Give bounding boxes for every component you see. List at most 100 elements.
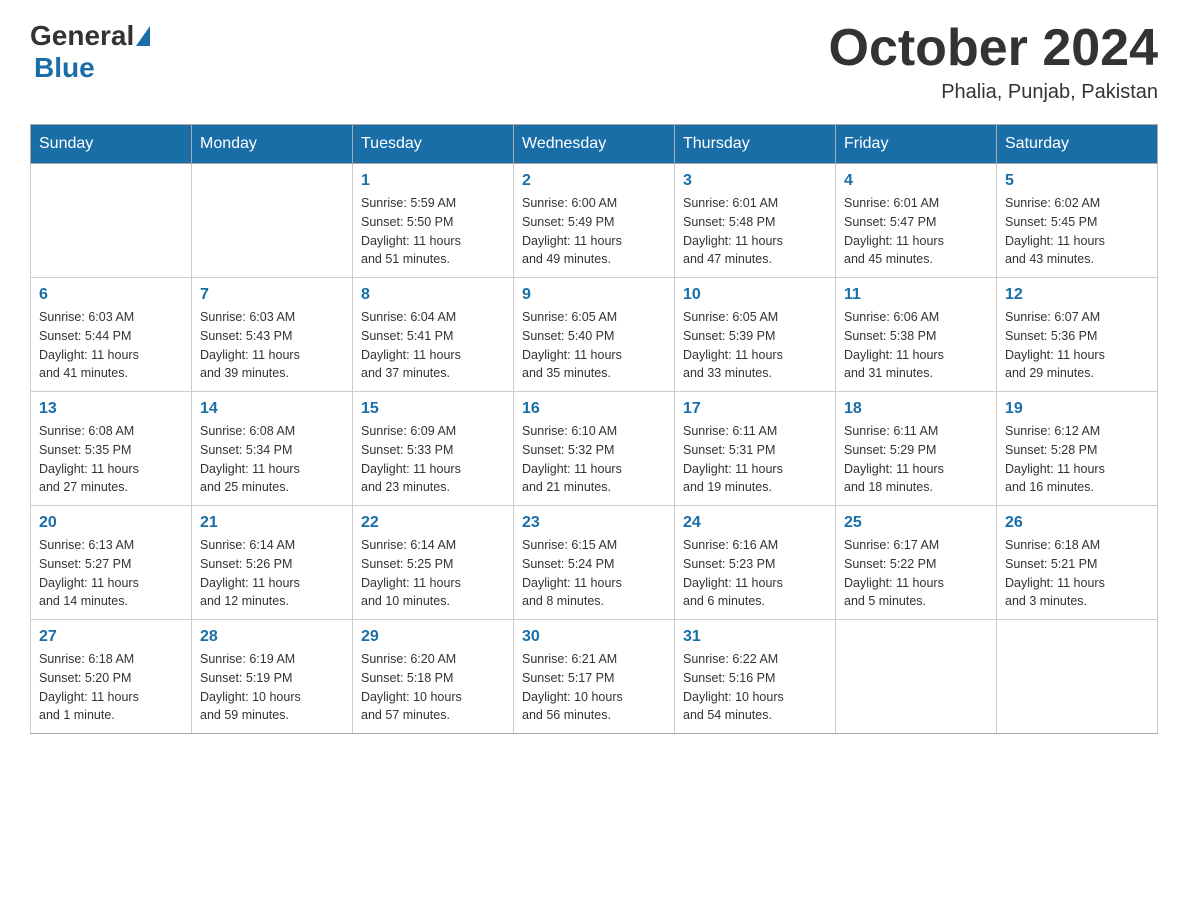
day-info: Sunrise: 6:12 AM Sunset: 5:28 PM Dayligh… [1005,422,1149,497]
logo-text: General [30,20,152,52]
calendar-cell: 6Sunrise: 6:03 AM Sunset: 5:44 PM Daylig… [31,278,192,392]
calendar-cell: 1Sunrise: 5:59 AM Sunset: 5:50 PM Daylig… [353,164,514,278]
calendar-cell: 15 Sunrise: 6:09 AM Sunset: 5:33 PM Dayli… [353,392,514,506]
day-number: 20 [39,514,183,532]
weekday-header-tuesday: Tuesday [353,125,514,164]
calendar-cell [192,164,353,278]
day-number: 12 [1005,286,1149,304]
day-info: Sunrise: 6:04 AM Sunset: 5:41 PM Dayligh… [361,308,505,383]
day-number: 22 [361,514,505,532]
weekday-header-saturday: Saturday [997,125,1158,164]
calendar-cell: 5 Sunrise: 6:02 AM Sunset: 5:45 PM Daylig… [997,164,1158,278]
calendar-cell: 10 Sunrise: 6:05 AM Sunset: 5:39 PM Dayli… [675,278,836,392]
calendar-cell: 13 Sunrise: 6:08 AM Sunset: 5:35 PM Dayli… [31,392,192,506]
calendar-cell: 20 Sunrise: 6:13 AM Sunset: 5:27 PM Dayli… [31,506,192,620]
day-info: Sunrise: 6:09 AM Sunset: 5:33 PM Dayligh… [361,422,505,497]
day-number: 10 [683,286,827,304]
day-number: 24 [683,514,827,532]
day-number: 26 [1005,514,1149,532]
month-title: October 2024 [829,20,1159,77]
calendar-cell: 11 Sunrise: 6:06 AM Sunset: 5:38 PM Dayli… [836,278,997,392]
day-info: Sunrise: 6:15 AM Sunset: 5:24 PM Dayligh… [522,536,666,611]
day-number: 14 [200,400,344,418]
calendar-header-row: SundayMondayTuesdayWednesdayThursdayFrid… [31,125,1158,164]
calendar-cell [31,164,192,278]
calendar-week-row: 6Sunrise: 6:03 AM Sunset: 5:44 PM Daylig… [31,278,1158,392]
day-info: Sunrise: 6:19 AM Sunset: 5:19 PM Dayligh… [200,650,344,725]
day-info: Sunrise: 6:05 AM Sunset: 5:40 PM Dayligh… [522,308,666,383]
day-number: 25 [844,514,988,532]
calendar-cell: 22 Sunrise: 6:14 AM Sunset: 5:25 PM Dayli… [353,506,514,620]
day-number: 8 [361,286,505,304]
day-number: 19 [1005,400,1149,418]
day-number: 28 [200,628,344,646]
day-number: 18 [844,400,988,418]
calendar-cell: 14 Sunrise: 6:08 AM Sunset: 5:34 PM Dayli… [192,392,353,506]
day-info: Sunrise: 6:16 AM Sunset: 5:23 PM Dayligh… [683,536,827,611]
day-info: Sunrise: 6:22 AM Sunset: 5:16 PM Dayligh… [683,650,827,725]
day-info: Sunrise: 6:00 AM Sunset: 5:49 PM Dayligh… [522,194,666,269]
calendar-cell: 26 Sunrise: 6:18 AM Sunset: 5:21 PM Dayli… [997,506,1158,620]
calendar-cell: 29Sunrise: 6:20 AM Sunset: 5:18 PM Dayli… [353,620,514,734]
calendar-week-row: 20 Sunrise: 6:13 AM Sunset: 5:27 PM Dayli… [31,506,1158,620]
day-number: 21 [200,514,344,532]
calendar-week-row: 27 Sunrise: 6:18 AM Sunset: 5:20 PM Dayli… [31,620,1158,734]
day-info: Sunrise: 6:14 AM Sunset: 5:25 PM Dayligh… [361,536,505,611]
day-info: Sunrise: 6:06 AM Sunset: 5:38 PM Dayligh… [844,308,988,383]
calendar-cell: 2 Sunrise: 6:00 AM Sunset: 5:49 PM Daylig… [514,164,675,278]
calendar-table: SundayMondayTuesdayWednesdayThursdayFrid… [30,124,1158,734]
day-info: Sunrise: 6:18 AM Sunset: 5:20 PM Dayligh… [39,650,183,725]
day-number: 5 [1005,172,1149,190]
weekday-header-thursday: Thursday [675,125,836,164]
day-number: 23 [522,514,666,532]
calendar-cell: 27 Sunrise: 6:18 AM Sunset: 5:20 PM Dayli… [31,620,192,734]
day-number: 31 [683,628,827,646]
day-number: 7 [200,286,344,304]
logo-blue: Blue [34,52,95,83]
day-info: Sunrise: 6:01 AM Sunset: 5:47 PM Dayligh… [844,194,988,269]
day-number: 6 [39,286,183,304]
day-info: Sunrise: 6:05 AM Sunset: 5:39 PM Dayligh… [683,308,827,383]
day-info: Sunrise: 6:01 AM Sunset: 5:48 PM Dayligh… [683,194,827,269]
calendar-cell: 4Sunrise: 6:01 AM Sunset: 5:47 PM Daylig… [836,164,997,278]
day-number: 2 [522,172,666,190]
calendar-cell: 30Sunrise: 6:21 AM Sunset: 5:17 PM Dayli… [514,620,675,734]
calendar-cell: 9 Sunrise: 6:05 AM Sunset: 5:40 PM Daylig… [514,278,675,392]
weekday-header-wednesday: Wednesday [514,125,675,164]
day-number: 1 [361,172,505,190]
logo-general: General [30,20,134,52]
calendar-cell: 7 Sunrise: 6:03 AM Sunset: 5:43 PM Daylig… [192,278,353,392]
day-info: Sunrise: 6:07 AM Sunset: 5:36 PM Dayligh… [1005,308,1149,383]
day-number: 15 [361,400,505,418]
calendar-cell: 19 Sunrise: 6:12 AM Sunset: 5:28 PM Dayli… [997,392,1158,506]
day-number: 3 [683,172,827,190]
day-number: 9 [522,286,666,304]
calendar-cell: 21Sunrise: 6:14 AM Sunset: 5:26 PM Dayli… [192,506,353,620]
day-number: 27 [39,628,183,646]
day-info: Sunrise: 6:17 AM Sunset: 5:22 PM Dayligh… [844,536,988,611]
logo-triangle-icon [136,26,150,46]
day-info: Sunrise: 6:03 AM Sunset: 5:43 PM Dayligh… [200,308,344,383]
day-number: 13 [39,400,183,418]
calendar-cell: 25 Sunrise: 6:17 AM Sunset: 5:22 PM Dayli… [836,506,997,620]
calendar-cell: 16Sunrise: 6:10 AM Sunset: 5:32 PM Dayli… [514,392,675,506]
calendar-cell: 17Sunrise: 6:11 AM Sunset: 5:31 PM Dayli… [675,392,836,506]
day-info: Sunrise: 6:18 AM Sunset: 5:21 PM Dayligh… [1005,536,1149,611]
calendar-cell: 18Sunrise: 6:11 AM Sunset: 5:29 PM Dayli… [836,392,997,506]
page-header: General Blue October 2024 Phalia, Punjab… [30,20,1158,104]
calendar-cell: 23 Sunrise: 6:15 AM Sunset: 5:24 PM Dayli… [514,506,675,620]
day-number: 29 [361,628,505,646]
calendar-cell [997,620,1158,734]
calendar-week-row: 1Sunrise: 5:59 AM Sunset: 5:50 PM Daylig… [31,164,1158,278]
day-number: 11 [844,286,988,304]
day-info: Sunrise: 6:08 AM Sunset: 5:35 PM Dayligh… [39,422,183,497]
day-info: Sunrise: 6:08 AM Sunset: 5:34 PM Dayligh… [200,422,344,497]
calendar-cell: 12 Sunrise: 6:07 AM Sunset: 5:36 PM Dayli… [997,278,1158,392]
day-info: Sunrise: 6:02 AM Sunset: 5:45 PM Dayligh… [1005,194,1149,269]
calendar-week-row: 13 Sunrise: 6:08 AM Sunset: 5:35 PM Dayli… [31,392,1158,506]
weekday-header-monday: Monday [192,125,353,164]
logo: General Blue [30,20,152,84]
day-info: Sunrise: 6:13 AM Sunset: 5:27 PM Dayligh… [39,536,183,611]
day-info: Sunrise: 6:10 AM Sunset: 5:32 PM Dayligh… [522,422,666,497]
calendar-cell: 3 Sunrise: 6:01 AM Sunset: 5:48 PM Daylig… [675,164,836,278]
